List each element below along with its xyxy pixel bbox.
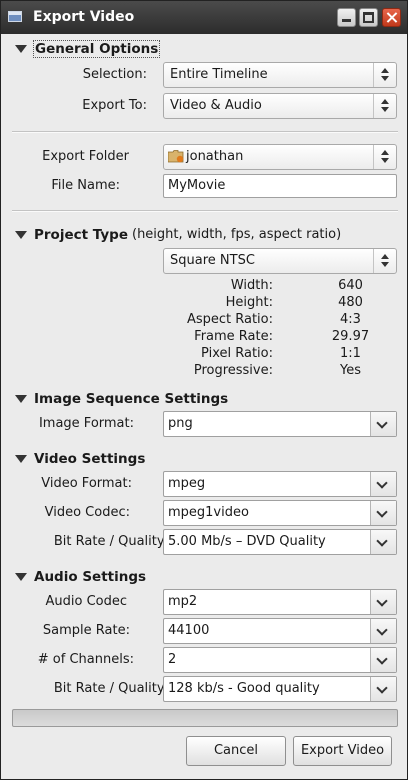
export-folder-chooser[interactable]: jonathan bbox=[163, 144, 397, 170]
window-app-icon bbox=[8, 11, 22, 22]
height-value: 480 bbox=[338, 295, 363, 310]
chevron-down-icon[interactable] bbox=[370, 530, 396, 554]
expander-arrow-icon[interactable] bbox=[15, 573, 27, 581]
title-bar[interactable]: Export Video bbox=[1, 1, 407, 34]
chevron-down-icon[interactable] bbox=[370, 619, 396, 643]
audio-codec-combo[interactable]: mp2 bbox=[163, 589, 397, 615]
chevron-down-icon[interactable] bbox=[370, 590, 396, 614]
audio-bitrate-label: Bit Rate / Quality: bbox=[53, 681, 168, 696]
video-codec-combo[interactable]: mpeg1video bbox=[163, 500, 397, 526]
frame-rate-value: 29.97 bbox=[331, 329, 370, 344]
selection-value: Entire Timeline bbox=[170, 67, 268, 82]
export-to-label: Export To: bbox=[82, 98, 147, 113]
project-type-combo[interactable]: Square NTSC bbox=[163, 248, 397, 274]
video-bitrate-value: 5.00 Mb/s – DVD Quality bbox=[168, 534, 326, 549]
export-folder-value: jonathan bbox=[186, 149, 244, 164]
project-type-value: Square NTSC bbox=[170, 253, 255, 268]
export-progress-bar bbox=[12, 709, 398, 727]
sample-rate-value: 44100 bbox=[168, 623, 210, 638]
export-folder-label: Export Folder bbox=[42, 149, 129, 164]
video-codec-label: Video Codec: bbox=[44, 505, 130, 520]
folder-icon bbox=[168, 150, 184, 163]
expander-arrow-icon[interactable] bbox=[15, 455, 27, 463]
combo-arrows-icon bbox=[373, 63, 396, 87]
maximize-icon[interactable] bbox=[359, 8, 378, 27]
expander-arrow-icon[interactable] bbox=[15, 231, 27, 239]
file-name-label: File Name: bbox=[51, 178, 120, 193]
file-name-input[interactable]: MyMovie bbox=[163, 174, 397, 198]
image-format-value: png bbox=[168, 416, 193, 431]
combo-arrows-icon bbox=[373, 249, 396, 273]
file-name-value: MyMovie bbox=[168, 178, 226, 193]
width-label: Width: bbox=[230, 278, 273, 293]
audio-codec-label: Audio Codec bbox=[45, 594, 127, 609]
video-bitrate-combo[interactable]: 5.00 Mb/s – DVD Quality bbox=[163, 529, 397, 555]
window-title: Export Video bbox=[33, 9, 135, 25]
close-icon[interactable] bbox=[382, 8, 401, 27]
image-sequence-header[interactable]: Image Sequence Settings bbox=[34, 391, 228, 407]
pixel-ratio-value: 1:1 bbox=[340, 346, 361, 361]
aspect-ratio-label: Aspect Ratio: bbox=[186, 312, 273, 327]
audio-bitrate-value: 128 kb/s - Good quality bbox=[168, 681, 320, 696]
separator bbox=[12, 210, 398, 212]
combo-arrows-icon bbox=[373, 94, 396, 118]
separator bbox=[12, 131, 398, 133]
cancel-button[interactable]: Cancel bbox=[186, 736, 286, 766]
pixel-ratio-label: Pixel Ratio: bbox=[201, 346, 273, 361]
audio-bitrate-combo[interactable]: 128 kb/s - Good quality bbox=[163, 676, 397, 702]
progressive-label: Progressive: bbox=[193, 363, 273, 378]
video-format-value: mpeg bbox=[168, 476, 206, 491]
project-type-header[interactable]: Project Type bbox=[34, 227, 128, 243]
chevron-down-icon[interactable] bbox=[370, 648, 396, 672]
general-options-header[interactable]: General Options bbox=[32, 40, 161, 58]
export-video-button[interactable]: Export Video bbox=[293, 736, 392, 766]
export-to-value: Video & Audio bbox=[170, 98, 262, 113]
aspect-ratio-value: 4:3 bbox=[340, 312, 361, 327]
height-label: Height: bbox=[225, 295, 273, 310]
frame-rate-label: Frame Rate: bbox=[194, 329, 273, 344]
minimize-icon[interactable] bbox=[337, 8, 356, 27]
image-format-label: Image Format: bbox=[38, 416, 134, 431]
channels-combo[interactable]: 2 bbox=[163, 647, 397, 673]
channels-value: 2 bbox=[168, 652, 177, 667]
video-bitrate-label: Bit Rate / Quality: bbox=[53, 534, 168, 549]
channels-label: # of Channels: bbox=[37, 652, 134, 667]
video-settings-header[interactable]: Video Settings bbox=[34, 451, 145, 467]
image-format-combo[interactable]: png bbox=[163, 411, 397, 437]
chevron-down-icon[interactable] bbox=[370, 501, 396, 525]
export-video-dialog: Export Video General Options Selection: … bbox=[0, 0, 408, 780]
sample-rate-label: Sample Rate: bbox=[42, 623, 130, 638]
selection-label: Selection: bbox=[82, 67, 147, 82]
audio-codec-value: mp2 bbox=[168, 594, 198, 609]
selection-combo[interactable]: Entire Timeline bbox=[163, 62, 397, 88]
sample-rate-combo[interactable]: 44100 bbox=[163, 618, 397, 644]
video-format-combo[interactable]: mpeg bbox=[163, 471, 397, 497]
video-format-label: Video Format: bbox=[41, 476, 132, 491]
chevron-down-icon[interactable] bbox=[370, 412, 396, 436]
expander-arrow-icon[interactable] bbox=[15, 45, 27, 53]
chevron-down-icon[interactable] bbox=[370, 472, 396, 496]
chevron-down-icon[interactable] bbox=[370, 677, 396, 701]
audio-settings-header[interactable]: Audio Settings bbox=[34, 569, 146, 585]
progressive-value: Yes bbox=[340, 363, 361, 378]
width-value: 640 bbox=[338, 278, 363, 293]
video-codec-value: mpeg1video bbox=[168, 505, 249, 520]
combo-arrows-icon bbox=[373, 145, 396, 169]
project-type-subtitle: (height, width, fps, aspect ratio) bbox=[132, 227, 342, 242]
export-to-combo[interactable]: Video & Audio bbox=[163, 93, 397, 119]
expander-arrow-icon[interactable] bbox=[15, 395, 27, 403]
